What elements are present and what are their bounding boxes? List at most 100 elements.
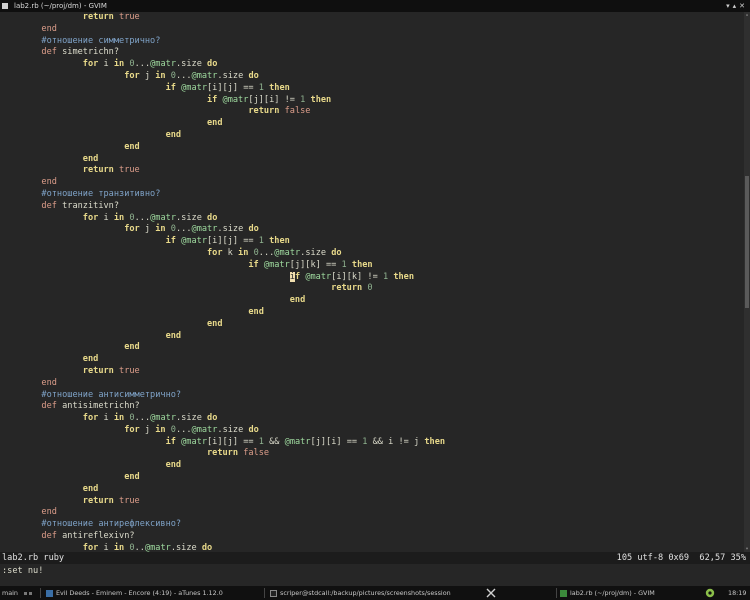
code-token: [j][k] == xyxy=(289,259,342,270)
code-token: @matr xyxy=(150,413,176,424)
code-token: end xyxy=(82,354,99,365)
workspace-switcher[interactable]: main xyxy=(2,586,34,600)
code-line: end xyxy=(0,154,744,166)
code-token: @matr xyxy=(181,236,207,247)
tray-gear[interactable] xyxy=(704,586,716,600)
code-line: end xyxy=(0,507,744,519)
vertical-scrollbar[interactable]: ▴ ▾ xyxy=(744,12,750,552)
code-token: tranzitivn? xyxy=(56,200,120,211)
code-token: i xyxy=(98,413,114,424)
code-token: true xyxy=(119,12,140,22)
code-token: 0 xyxy=(367,283,373,294)
code-token: do xyxy=(207,59,218,70)
code-token: [i][j] == xyxy=(207,236,259,247)
gear-icon xyxy=(705,588,715,598)
clock: 18:19 xyxy=(728,589,747,597)
code-token: end xyxy=(206,318,223,329)
command-text: :set nu! xyxy=(2,566,44,576)
code-token: for xyxy=(82,59,99,70)
code-line: def antisimetrichn? xyxy=(0,401,744,413)
code-line: return true xyxy=(0,496,744,508)
code-line: end xyxy=(0,295,744,307)
code-token: for xyxy=(82,212,99,223)
code-line: for i in 0..@matr.size do xyxy=(0,543,744,552)
code-token: do xyxy=(207,413,218,424)
code-token: end xyxy=(82,483,99,494)
window-controls[interactable]: ▾▴✕ xyxy=(726,0,748,12)
code-token: @matr xyxy=(181,436,207,447)
code-token: return xyxy=(82,165,114,176)
taskbar-separator xyxy=(264,588,265,598)
code-token: #отношение антисимметрично? xyxy=(41,389,182,400)
code-token: @matr xyxy=(150,212,176,223)
code-token: in xyxy=(155,70,166,81)
task-session-icon[interactable] xyxy=(486,586,496,600)
workspace-dot-icon xyxy=(29,591,33,595)
command-line[interactable]: :set nu! xyxy=(0,564,750,578)
code-token: && xyxy=(263,436,285,447)
code-token: i xyxy=(98,59,114,70)
code-token: in xyxy=(113,212,125,223)
code-token: true xyxy=(119,365,140,376)
window-menu-icon[interactable] xyxy=(2,3,8,9)
code-line: #отношение симметрично? xyxy=(0,36,744,48)
code-line: if @matr[i][j] == 1 && @matr[j][i] == 1 … xyxy=(0,437,744,449)
code-line: for j in 0...@matr.size do xyxy=(0,425,744,437)
code-token: true xyxy=(119,165,140,176)
workspace-label: main xyxy=(2,589,18,597)
code-token: .size xyxy=(176,413,208,424)
code-token: ... xyxy=(134,413,151,424)
code-token: for xyxy=(82,413,99,424)
code-token: then xyxy=(310,94,332,105)
scroll-up-icon[interactable]: ▴ xyxy=(744,12,750,18)
code-line: if @matr[j][i] != 1 then xyxy=(0,95,744,107)
code-token: .size xyxy=(170,542,202,552)
code-token: if xyxy=(165,436,176,447)
code-token: @matr xyxy=(191,424,218,435)
code-token: return xyxy=(82,495,114,506)
code-line: end xyxy=(0,130,744,142)
code-token: end xyxy=(41,177,57,188)
task-gvim[interactable]: lab2.rb (~/proj/dm) - GVIM xyxy=(560,586,655,600)
task-terminal[interactable]: scriper@stdcall:/backup/pictures/screens… xyxy=(270,586,451,600)
code-token: def xyxy=(41,401,57,412)
code-line: end xyxy=(0,378,744,390)
code-token: false xyxy=(243,448,270,459)
code-line: end xyxy=(0,142,744,154)
task-player[interactable]: Evil Deeds - Eminem - Encore (4:19) - aT… xyxy=(46,586,223,600)
code-token: @matr xyxy=(150,59,176,70)
code-token: ... xyxy=(175,424,192,435)
code-token: end xyxy=(289,295,306,306)
code-line: for j in 0...@matr.size do xyxy=(0,224,744,236)
code-token: for xyxy=(124,424,140,435)
music-player-icon xyxy=(46,589,53,597)
code-token: for xyxy=(124,224,140,235)
scrollbar-thumb[interactable] xyxy=(745,176,749,309)
status-file-info: lab2.rb ruby xyxy=(2,553,65,563)
code-line: end xyxy=(0,484,744,496)
code-editor[interactable]: return true end #отношение симметрично? … xyxy=(0,12,744,552)
code-token: do xyxy=(248,224,259,235)
code-token: end xyxy=(206,118,223,129)
code-token: in xyxy=(113,542,125,552)
window-title: lab2.rb (~/proj/dm) - GVIM xyxy=(14,2,107,10)
window-titlebar: lab2.rb (~/proj/dm) - GVIM ▾▴✕ xyxy=(0,0,750,12)
code-token: true xyxy=(119,495,140,506)
code-token: .size xyxy=(176,212,208,223)
task-player-label: Evil Deeds - Eminem - Encore (4:19) - aT… xyxy=(56,589,223,597)
code-line: end xyxy=(0,307,744,319)
